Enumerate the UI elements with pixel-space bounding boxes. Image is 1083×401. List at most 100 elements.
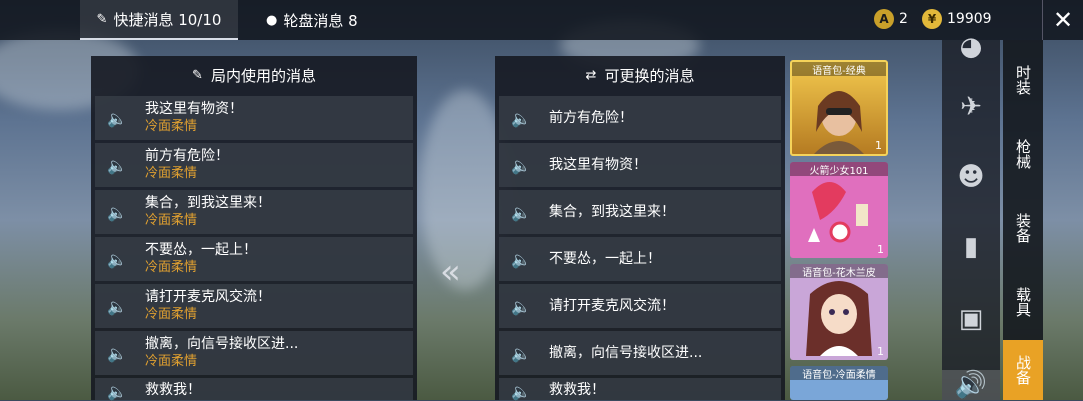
message-text: 集合，到我这里来！ (145, 195, 271, 211)
category-label: 载具 (1014, 287, 1032, 317)
tab-wheel-label: 轮盘消息 8 (283, 11, 358, 30)
tab-wheel-messages[interactable]: ● 轮盘消息 8 (266, 0, 358, 40)
list-item[interactable]: 🔈 撤离，向信号接收区进... 冷面柔情 (95, 331, 413, 375)
helmet-icon[interactable]: ◕ (942, 32, 1000, 62)
map-pin-icon: ● (266, 12, 278, 28)
message-text: 不要怂，一起上！ (549, 250, 661, 267)
uc-coin-icon: ¥ (922, 9, 942, 29)
message-text: 撤离，向信号接收区进... (145, 336, 299, 352)
replaceable-messages-panel: ⇄ 可更换的消息 🔈 前方有危险！ 🔈 我这里有物资！ 🔈 集合，到我这里来！ … (495, 56, 785, 401)
spray-can-icon[interactable]: ▮ (942, 232, 1000, 262)
list-item[interactable]: 🔈 集合，到我这里来！ (499, 190, 781, 234)
currency-uc-value: 19909 (947, 11, 992, 27)
voice-pack-label: 语音包-冷面柔情 (790, 366, 888, 381)
speaker-icon: 🔈 (511, 296, 531, 316)
category-equipment[interactable]: 装备 (1003, 198, 1043, 258)
panel-header: ⇄ 可更换的消息 (495, 56, 785, 94)
plane-icon[interactable]: ✈ (942, 92, 1000, 122)
voice-pack-card[interactable]: 语音包-经典 1 (790, 60, 888, 156)
category-weapons[interactable]: 枪械 (1003, 124, 1043, 184)
speaker-icon: 🔈 (511, 155, 531, 175)
message-text: 不要怂，一起上！ (145, 242, 257, 258)
message-text: 救救我！ (549, 382, 605, 398)
panel-header: ✎ 局内使用的消息 (91, 56, 417, 94)
message-voice: 冷面柔情 (145, 213, 198, 228)
voice-pack-count: 1 (877, 243, 884, 256)
speaker-icon: 🔈 (511, 343, 531, 363)
list-item[interactable]: 🔈 撤离，向信号接收区进... (499, 331, 781, 375)
list-item[interactable]: 🔈 请打开麦克风交流！ 冷面柔情 (95, 284, 413, 328)
close-button[interactable]: ✕ (1042, 0, 1083, 40)
list-item[interactable]: 🔈 请打开麦克风交流！ (499, 284, 781, 328)
message-text: 前方有危险！ (549, 109, 633, 126)
message-voice: 冷面柔情 (145, 307, 198, 322)
list-item[interactable]: 🔈 我这里有物资！ (499, 143, 781, 187)
list-item[interactable]: 🔈 不要怂，一起上！ 冷面柔情 (95, 237, 413, 281)
speaker-icon: 🔈 (107, 155, 127, 175)
rocket-girls-logo (808, 182, 868, 243)
voice-pack-card[interactable]: 火箭少女101 1 (790, 162, 888, 258)
list-item[interactable]: 🔈 前方有危险！ (499, 96, 781, 140)
category-vehicles[interactable]: 载具 (1003, 272, 1043, 332)
list-item[interactable]: 🔈 前方有危险！ 冷面柔情 (95, 143, 413, 187)
speaker-icon: 🔈 (107, 108, 127, 128)
voice-pack-list: 语音包-经典 1 火箭少女101 1 语音包-花木兰皮 1 语音包-冷面柔情 (786, 56, 892, 400)
message-text: 我这里有物资！ (145, 101, 243, 117)
speaker-icon: 🔈 (511, 382, 531, 401)
category-costume[interactable]: 时装 (1003, 50, 1043, 110)
message-text: 前方有危险！ (145, 148, 229, 164)
chat-icon: ✎ (192, 67, 203, 83)
category-label: 时装 (1014, 65, 1032, 95)
message-text: 集合，到我这里来！ (549, 203, 675, 220)
speaker-icon: 🔈 (107, 382, 127, 401)
speaker-icon: 🔈 (107, 249, 127, 269)
speaker-icon[interactable]: 🔊 (942, 370, 1000, 400)
speaker-icon: 🔈 (107, 202, 127, 222)
chat-icon: ✎ (96, 11, 108, 27)
message-text: 救救我！ (145, 382, 201, 398)
gallery-icon[interactable]: ▣ (942, 304, 1000, 334)
message-text: 我这里有物资！ (549, 156, 647, 173)
list-item[interactable]: 🔈 救救我！ (499, 378, 781, 401)
character-portrait (806, 281, 872, 356)
ag-coin-icon: A (874, 9, 894, 29)
tab-quick-label: 快捷消息 10/10 (113, 10, 222, 29)
close-icon: ✕ (1052, 6, 1074, 34)
emoji-icon[interactable]: ☻ (942, 162, 1000, 192)
message-text: 请打开麦克风交流！ (549, 297, 675, 314)
top-bar: ✎ 快捷消息 10/10 ● 轮盘消息 8 A 2 ¥ 19909 ✕ (0, 0, 1083, 40)
category-battle-prep[interactable]: 战备 (1003, 340, 1043, 400)
list-item[interactable]: 🔈 集合，到我这里来！ 冷面柔情 (95, 190, 413, 234)
category-label: 装备 (1014, 213, 1032, 243)
list-item[interactable]: 🔈 救救我！ (95, 378, 413, 401)
item-category-icons: ◕ ✈ ☻ ▮ ▣ 🔊 (942, 32, 1000, 400)
currency-ag: A 2 (874, 9, 908, 29)
message-voice: 冷面柔情 (145, 119, 198, 134)
move-left-arrow-icon[interactable]: « (440, 252, 461, 292)
swap-icon: ⇄ (585, 67, 597, 83)
currency-ag-value: 2 (899, 11, 908, 27)
voice-pack-count: 1 (875, 139, 882, 152)
speaker-icon: 🔈 (511, 249, 531, 269)
character-portrait (814, 91, 864, 154)
voice-pack-count: 1 (877, 345, 884, 358)
speaker-icon: 🔈 (511, 202, 531, 222)
message-text: 撤离，向信号接收区进... (549, 344, 703, 361)
category-label: 战备 (1014, 355, 1032, 385)
speaker-icon: 🔈 (107, 343, 127, 363)
message-voice: 冷面柔情 (145, 354, 198, 369)
in-game-messages-panel: ✎ 局内使用的消息 🔈 我这里有物资！ 冷面柔情 🔈 前方有危险！ 冷面柔情 🔈 集… (91, 56, 417, 401)
category-label: 枪械 (1014, 139, 1032, 169)
list-item[interactable]: 🔈 我这里有物资！ 冷面柔情 (95, 96, 413, 140)
speaker-icon: 🔈 (511, 108, 531, 128)
speaker-icon: 🔈 (107, 296, 127, 316)
list-item[interactable]: 🔈 不要怂，一起上！ (499, 237, 781, 281)
voice-pack-card[interactable]: 语音包-冷面柔情 (790, 366, 888, 400)
voice-pack-card[interactable]: 语音包-花木兰皮 1 (790, 264, 888, 360)
tab-quick-messages[interactable]: ✎ 快捷消息 10/10 (80, 0, 238, 40)
message-voice: 冷面柔情 (145, 260, 198, 275)
message-voice: 冷面柔情 (145, 166, 198, 181)
panel-title: 局内使用的消息 (210, 66, 316, 85)
currency-uc: ¥ 19909 (922, 9, 992, 29)
message-text: 请打开麦克风交流！ (145, 289, 271, 305)
